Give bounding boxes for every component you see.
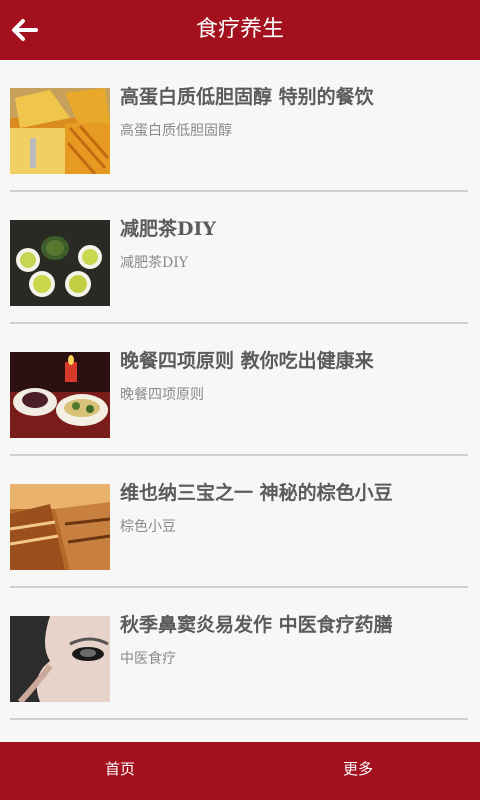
dinner-table-image xyxy=(10,352,110,438)
face-closeup-image xyxy=(10,616,110,702)
article-title: 晚餐四项原则 教你吃出健康来 xyxy=(120,350,374,372)
article-subtitle: 棕色小豆 xyxy=(120,519,176,535)
article-subtitle: 中医食疗 xyxy=(120,651,176,667)
article-subtitle: 晚餐四项原则 xyxy=(120,387,204,403)
top-bar: 食疗养生 xyxy=(0,0,480,60)
article-title: 维也纳三宝之一 神秘的棕色小豆 xyxy=(120,482,393,504)
home-tab[interactable]: 首页 xyxy=(60,742,180,800)
list-item[interactable]: 高蛋白质低胆固醇 特别的餐饮 高蛋白质低胆固醇 xyxy=(0,60,480,192)
cheese-plate-image xyxy=(10,88,110,174)
green-tea-cups-image xyxy=(10,220,110,306)
article-subtitle: 减肥茶DIY xyxy=(120,255,188,271)
article-subtitle: 高蛋白质低胆固醇 xyxy=(120,123,232,139)
list-item[interactable]: 维也纳三宝之一 神秘的棕色小豆 棕色小豆 xyxy=(0,456,480,588)
chocolate-pastry-image xyxy=(10,484,110,570)
article-title: 秋季鼻窦炎易发作 中医食疗药膳 xyxy=(120,614,393,636)
list-item[interactable]: 减肥茶DIY 减肥茶DIY xyxy=(0,192,480,324)
article-list: 高蛋白质低胆固醇 特别的餐饮 高蛋白质低胆固醇 减肥茶DIY 减肥茶DIY 晚餐… xyxy=(0,60,480,720)
bottom-nav: 首页 更多 xyxy=(0,742,480,800)
list-item[interactable]: 晚餐四项原则 教你吃出健康来 晚餐四项原则 xyxy=(0,324,480,456)
article-title: 高蛋白质低胆固醇 特别的餐饮 xyxy=(120,86,374,108)
more-tab[interactable]: 更多 xyxy=(298,742,418,800)
page-title: 食疗养生 xyxy=(195,17,284,42)
list-item[interactable]: 秋季鼻窦炎易发作 中医食疗药膳 中医食疗 xyxy=(0,588,480,720)
article-title: 减肥茶DIY xyxy=(120,218,216,240)
divider xyxy=(10,718,468,720)
